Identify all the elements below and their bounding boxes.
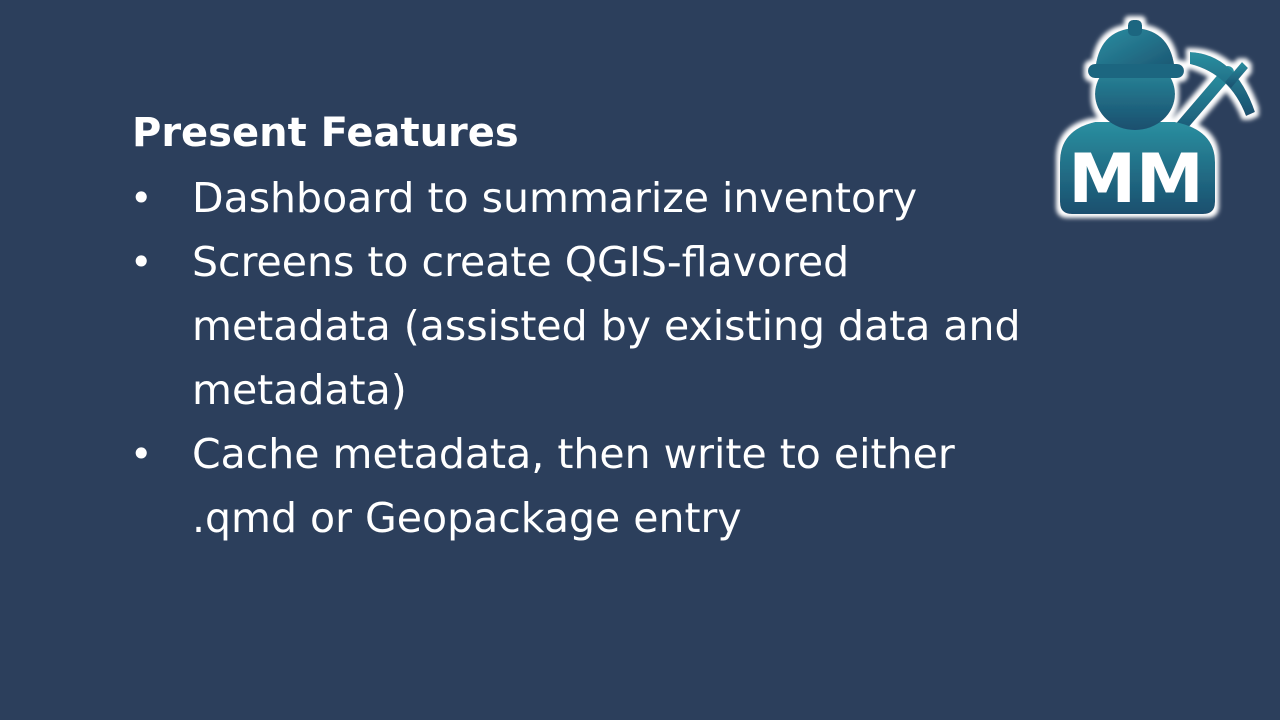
bullet-text: Cache metadata, then write to either .qm… [192,430,955,542]
bullet-marker: • [130,240,153,284]
logo-text: MM [1068,140,1203,219]
bullet-item: • Screens to create QGIS-flavored metada… [130,230,1050,422]
bullet-marker: • [130,176,153,220]
slide: Present Features • Dashboard to summariz… [0,0,1280,720]
bullet-item: • Dashboard to summarize inventory [130,166,1050,230]
slide-heading: Present Features [132,110,519,156]
bullet-item: • Cache metadata, then write to either .… [130,422,1050,550]
bullet-text: Dashboard to summarize inventory [192,174,918,222]
miner-with-pickaxe-icon: MM [1060,20,1255,219]
bullet-list: • Dashboard to summarize inventory • Scr… [130,166,1050,550]
bullet-text: Screens to create QGIS-flavored metadata… [192,238,1021,414]
bullet-marker: • [130,432,153,476]
